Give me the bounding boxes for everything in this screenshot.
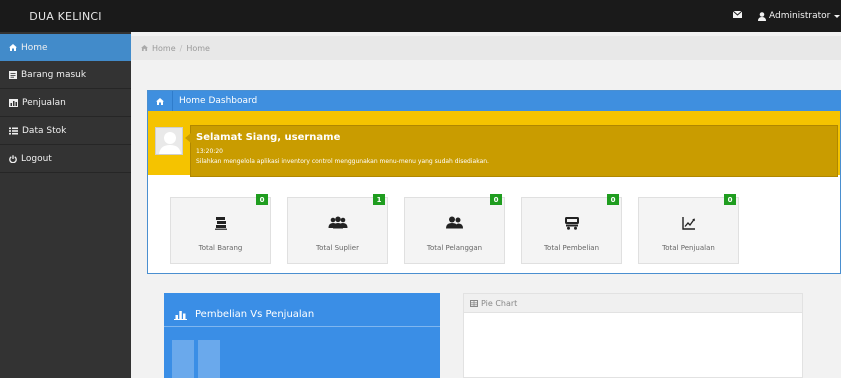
top-navbar: DUA KELINCI Administrator [0, 0, 841, 32]
dashboard-title: Home Dashboard [172, 91, 257, 111]
power-icon [9, 155, 17, 163]
home-icon [141, 45, 148, 51]
stat-card-total-penjualan[interactable]: 0 Total Penjualan [638, 194, 739, 264]
sidebar-item-barang-masuk[interactable]: Barang masuk [0, 62, 131, 89]
greeting-text: Selamat Siang, username [196, 132, 341, 143]
count-badge: 1 [373, 194, 385, 205]
user-silhouette-icon [156, 128, 182, 154]
line-chart-icon [681, 217, 695, 230]
stat-card-total-pelanggan[interactable]: 0 Total Pelanggan [404, 194, 505, 264]
stat-label: Total Barang [198, 244, 243, 252]
dashboard-header: Home Dashboard [148, 91, 841, 111]
sidebar-item-penjualan[interactable]: Penjualan [0, 90, 131, 117]
user-icon [758, 11, 766, 21]
purchase-vs-sales-card: Pembelian Vs Penjualan [164, 293, 440, 378]
breadcrumb-separator: / [179, 43, 183, 53]
breadcrumb: Home / Home [131, 36, 841, 60]
dashboard-panel: Home Dashboard Selamat Siang, username 1… [147, 90, 841, 274]
cart-icon [564, 217, 579, 230]
stat-card-total-barang[interactable]: 0 Total Barang [170, 194, 271, 264]
stat-label: Total Penjualan [662, 244, 715, 252]
brand-title[interactable]: DUA KELINCI [0, 0, 131, 32]
books-icon [214, 217, 227, 230]
sidebar-item-label: Penjualan [22, 98, 66, 108]
dashboard-home-icon-box [148, 91, 172, 111]
count-badge: 0 [724, 194, 736, 205]
sidebar-item-home[interactable]: Home [0, 34, 131, 61]
sidebar: Home Barang masuk Penjualan Data Stok Lo… [0, 32, 131, 378]
count-badge: 0 [256, 194, 268, 205]
breadcrumb-link-home[interactable]: Home [152, 44, 176, 53]
stats-row: 0 Total Barang 1 Total Suplier 0 Total P… [148, 194, 840, 273]
user-menu-label: Administrator [769, 11, 831, 21]
avatar [155, 127, 183, 155]
count-badge: 0 [490, 194, 502, 205]
home-icon [9, 44, 17, 51]
pie-chart-card: Pie Chart [463, 293, 803, 378]
sidebar-item-label: Barang masuk [21, 70, 87, 80]
chart-card-title: Pembelian Vs Penjualan [195, 309, 315, 320]
stat-label: Total Pembelian [543, 244, 600, 252]
list-icon [9, 127, 18, 135]
sidebar-item-logout[interactable]: Logout [0, 146, 131, 173]
pie-chart-header: Pie Chart [464, 294, 802, 313]
chart-bar [198, 340, 220, 378]
welcome-message: Silahkan mengelola aplikasi inventory co… [196, 158, 489, 165]
home-icon [156, 97, 164, 105]
count-badge: 0 [607, 194, 619, 205]
clock-time: 13:20:20 [196, 148, 223, 155]
chevron-down-icon [834, 14, 841, 18]
sidebar-item-label: Logout [21, 154, 52, 164]
bar-chart-icon [9, 99, 18, 107]
stat-card-total-suplier[interactable]: 1 Total Suplier [287, 194, 388, 264]
breadcrumb-current: Home [186, 43, 210, 53]
book-icon [9, 71, 17, 79]
user-menu[interactable]: Administrator [758, 9, 841, 23]
users-icon [446, 216, 463, 229]
bar-chart-icon [174, 311, 187, 320]
stat-card-total-pembelian[interactable]: 0 Total Pembelian [521, 194, 622, 264]
welcome-band: Selamat Siang, username 13:20:20 Silahka… [148, 111, 840, 177]
envelope-icon[interactable] [733, 11, 742, 18]
group-icon [328, 216, 347, 229]
sidebar-item-data-stok[interactable]: Data Stok [0, 118, 131, 145]
chart-bar [172, 340, 194, 378]
welcome-message-box: Selamat Siang, username 13:20:20 Silahka… [185, 125, 838, 177]
pie-chart-title: Pie Chart [481, 298, 518, 308]
stat-label: Total Pelanggan [426, 244, 483, 252]
sidebar-item-label: Home [21, 42, 48, 53]
stat-label: Total Suplier [316, 244, 359, 252]
chart-card-divider [164, 326, 440, 327]
sidebar-item-label: Data Stok [22, 126, 67, 136]
table-icon [470, 299, 478, 307]
